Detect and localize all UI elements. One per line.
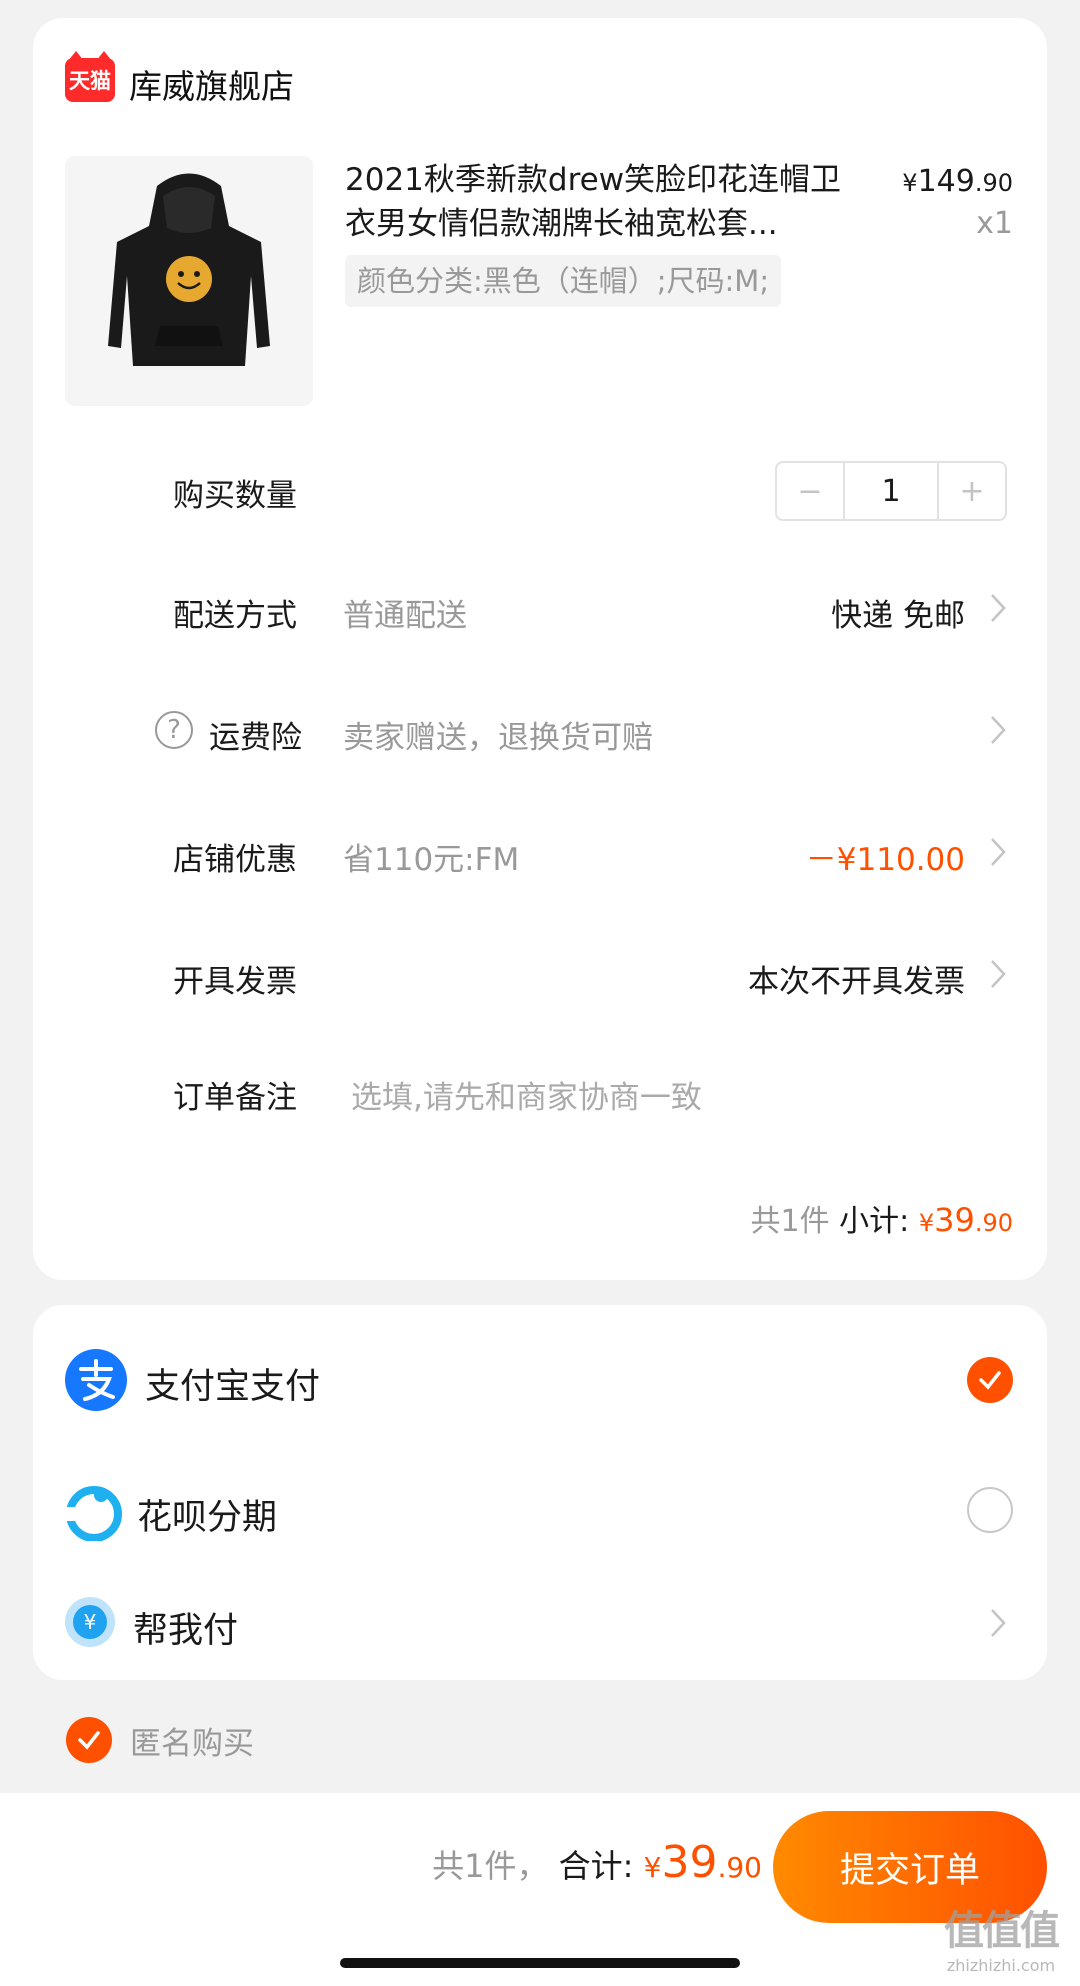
store-name[interactable]: 库威旗舰店	[129, 60, 294, 108]
alipay-icon	[65, 1349, 127, 1411]
quantity-stepper: − 1 +	[775, 461, 1007, 521]
delivery-label: 配送方式	[173, 598, 297, 634]
discount-amount[interactable]: －¥110.00	[806, 834, 965, 879]
payment-card: 支付宝支付 花呗分期 ¥ 帮我付	[33, 1305, 1047, 1680]
delivery-value[interactable]: 普通配送	[343, 590, 467, 635]
product-sku[interactable]: 颜色分类:黑色（连帽）;尺码:M;	[345, 255, 782, 307]
home-indicator	[340, 1958, 740, 1968]
chevron-right-icon[interactable]	[983, 712, 1013, 748]
product-price: ¥149.90	[902, 164, 1013, 199]
increase-button[interactable]: +	[939, 463, 1005, 519]
check-icon[interactable]	[967, 1357, 1013, 1403]
product-title[interactable]: 2021秋季新款drew笑脸印花连帽卫衣男女情侣款潮牌长袖宽松套...	[345, 158, 845, 246]
pay-for-me-icon: ¥	[65, 1597, 115, 1647]
alipay-option[interactable]	[65, 1349, 127, 1415]
watermark: 值值值 zhizhizhi.com	[944, 1898, 1060, 1975]
order-card: 天猫 库威旗舰店 2021秋季新款drew笑脸印花连帽卫衣男女情侣款潮牌长袖宽松…	[33, 18, 1047, 1280]
decrease-button[interactable]: −	[777, 463, 843, 519]
invoice-value[interactable]: 本次不开具发票	[748, 956, 965, 1001]
tmall-logo-icon: 天猫	[65, 51, 115, 102]
discount-label: 店铺优惠	[173, 842, 297, 878]
chevron-right-icon[interactable]	[983, 956, 1013, 992]
insurance-value[interactable]: 卖家赠送，退换货可赔	[343, 712, 653, 757]
quantity-input[interactable]: 1	[843, 463, 939, 519]
subtotal: 共1件 小计: ¥39.90	[751, 1196, 1013, 1240]
total-label: 合计:	[558, 1847, 634, 1885]
watermark-logo: 值值值	[944, 1908, 1060, 1954]
huabei-option[interactable]	[65, 1483, 123, 1545]
invoice-label: 开具发票	[173, 964, 297, 1000]
total-count: 共1件，	[432, 1847, 549, 1885]
pay-for-me-label[interactable]: 帮我付	[133, 1602, 238, 1653]
product-image[interactable]	[65, 156, 313, 406]
insurance-label: 运费险	[209, 720, 302, 756]
chevron-right-icon[interactable]	[983, 1605, 1013, 1641]
delivery-method[interactable]: 快递 免邮	[831, 590, 965, 635]
svg-text:¥: ¥	[84, 1610, 97, 1634]
subtotal-label: 小计:	[839, 1204, 910, 1239]
alipay-label[interactable]: 支付宝支付	[145, 1358, 320, 1409]
discount-value[interactable]: 省110元:FM	[343, 834, 519, 879]
quantity-label: 购买数量	[173, 478, 297, 514]
chevron-right-icon[interactable]	[983, 590, 1013, 626]
note-input[interactable]: 选填,请先和商家协商一致	[351, 1072, 702, 1117]
huabei-radio[interactable]	[967, 1487, 1013, 1533]
total-amount: ¥39.90	[643, 1837, 762, 1888]
watermark-site: zhizhizhi.com	[946, 1956, 1056, 1975]
huabei-icon	[65, 1486, 122, 1542]
anonymous-purchase-label[interactable]: 匿名购买	[130, 1718, 254, 1763]
subtotal-amount: ¥39.90	[918, 1201, 1013, 1239]
help-circle-icon[interactable]: ?	[155, 711, 193, 749]
note-label: 订单备注	[173, 1080, 297, 1116]
check-icon[interactable]	[66, 1717, 112, 1763]
checkout-bar: 共1件， 合计: ¥39.90 提交订单 值值值 zhizhizhi.com	[0, 1793, 1080, 1986]
subtotal-count: 共1件	[750, 1204, 830, 1239]
huabei-label[interactable]: 花呗分期	[137, 1489, 277, 1540]
chevron-right-icon[interactable]	[983, 834, 1013, 870]
product-quantity: x1	[976, 206, 1013, 241]
total: 共1件， 合计: ¥39.90	[432, 1837, 762, 1888]
pay-for-me-option[interactable]: ¥	[65, 1597, 115, 1651]
